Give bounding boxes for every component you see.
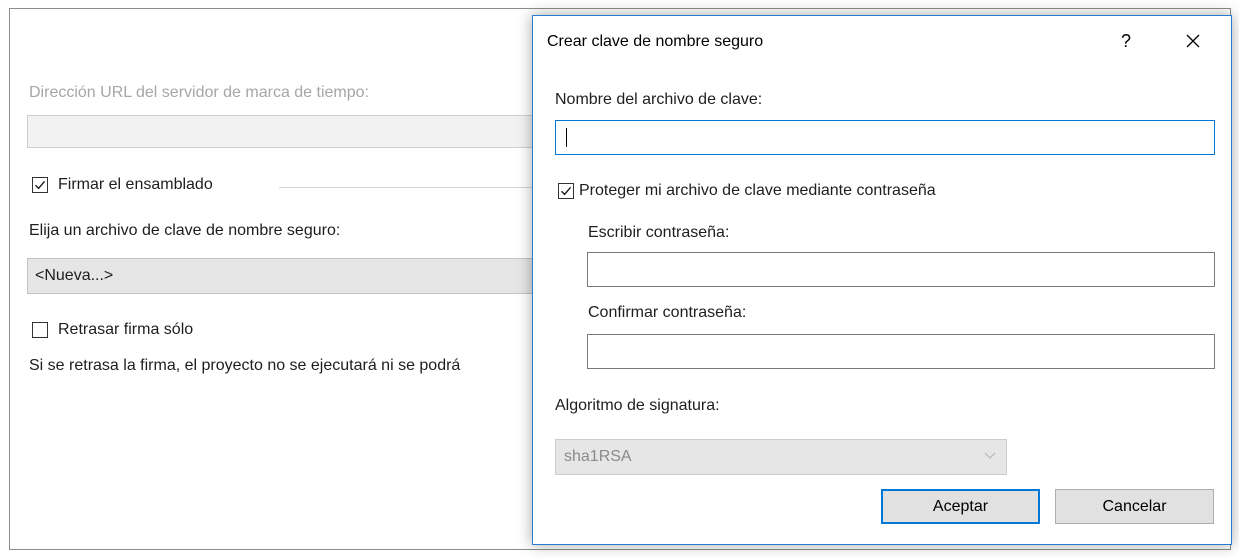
- cancel-button[interactable]: Cancelar: [1055, 489, 1214, 524]
- signature-algorithm-label: Algoritmo de signatura:: [555, 397, 720, 414]
- enter-password-label: Escribir contraseña:: [588, 224, 730, 241]
- ok-button[interactable]: Aceptar: [881, 489, 1040, 524]
- key-file-name-input[interactable]: [555, 120, 1215, 155]
- sign-assembly-label[interactable]: Firmar el ensamblado: [58, 176, 213, 194]
- sign-assembly-checkbox[interactable]: [32, 177, 48, 193]
- section-divider: [279, 187, 539, 188]
- timestamp-url-input[interactable]: [27, 115, 587, 148]
- protect-with-password-label[interactable]: Proteger mi archivo de clave mediante co…: [579, 182, 936, 200]
- delay-sign-checkbox[interactable]: [32, 322, 48, 338]
- confirm-password-label: Confirmar contraseña:: [588, 304, 747, 321]
- enter-password-input[interactable]: [587, 252, 1215, 287]
- chevron-down-icon: [984, 452, 996, 459]
- signature-algorithm-value: sha1RSA: [564, 448, 632, 465]
- create-strong-name-key-dialog: Crear clave de nombre seguro ? Nombre de…: [532, 15, 1232, 545]
- delay-sign-label[interactable]: Retrasar firma sólo: [58, 321, 193, 339]
- key-file-name-label: Nombre del archivo de clave:: [555, 91, 763, 108]
- protect-with-password-checkbox[interactable]: [558, 183, 574, 199]
- checkmark-icon: [561, 186, 572, 196]
- help-button[interactable]: ?: [1112, 27, 1140, 55]
- signature-algorithm-select: sha1RSA: [555, 439, 1007, 475]
- timestamp-url-label: Dirección URL del servidor de marca de t…: [29, 84, 369, 101]
- checkmark-icon: [35, 180, 46, 190]
- confirm-password-input[interactable]: [587, 334, 1215, 369]
- text-caret: [566, 128, 567, 147]
- key-file-select[interactable]: <Nueva...>: [27, 258, 587, 294]
- choose-key-label: Elija un archivo de clave de nombre segu…: [29, 222, 341, 239]
- close-icon: [1186, 34, 1200, 48]
- close-button[interactable]: [1179, 27, 1207, 55]
- delay-sign-note: Si se retrasa la firma, el proyecto no s…: [29, 357, 461, 374]
- dialog-title: Crear clave de nombre seguro: [547, 33, 764, 50]
